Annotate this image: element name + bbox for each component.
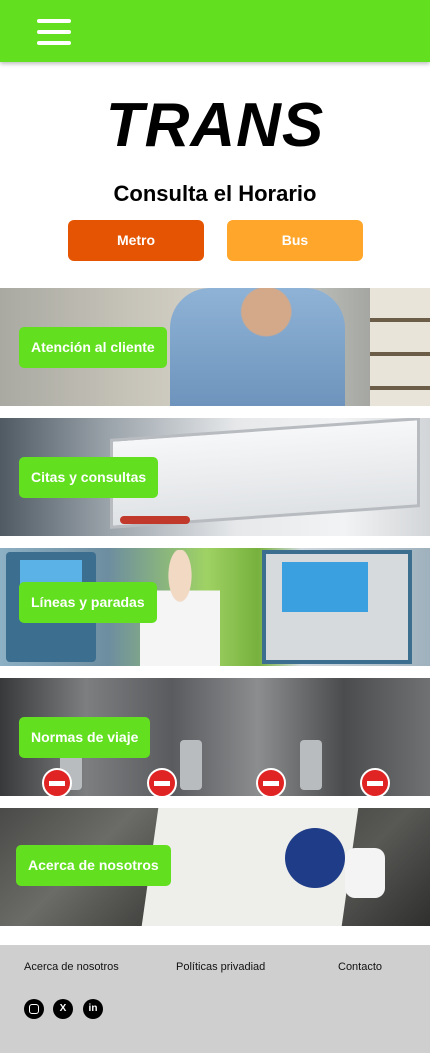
linkedin-icon[interactable]: in: [83, 999, 103, 1019]
footer: Acerca de nosotros Políticas privadiad C…: [0, 945, 430, 1053]
lines-stops-link[interactable]: Líneas y paradas: [19, 582, 157, 623]
no-entry-icon: [42, 768, 72, 796]
schedule-title: Consulta el Horario: [113, 181, 317, 206]
travel-rules-banner[interactable]: Normas de viaje: [0, 678, 430, 796]
footer-link-privacy[interactable]: Políticas privadiad: [176, 961, 265, 973]
bookshelf-image: [370, 288, 430, 406]
metro-button[interactable]: Metro: [68, 220, 204, 261]
no-entry-icon: [147, 768, 177, 796]
customer-service-link[interactable]: Atención al cliente: [19, 327, 167, 368]
x-twitter-icon[interactable]: X: [53, 999, 73, 1019]
chair-image: [345, 848, 385, 898]
turnstile-image: [180, 740, 202, 790]
footer-link-contact[interactable]: Contacto: [338, 961, 382, 973]
footer-link-about[interactable]: Acerca de nosotros: [24, 961, 119, 973]
no-entry-icon: [360, 768, 390, 796]
no-entry-icon: [256, 768, 286, 796]
customer-service-banner[interactable]: Atención al cliente: [0, 288, 430, 406]
top-navigation-bar: [0, 0, 430, 62]
call-agent-image: [170, 288, 345, 406]
brand-logo: TRANS: [105, 91, 325, 160]
lines-stops-banner[interactable]: Líneas y paradas: [0, 548, 430, 666]
hamburger-menu-icon[interactable]: [37, 19, 71, 45]
about-us-link[interactable]: Acerca de nosotros: [16, 845, 171, 886]
bus-button[interactable]: Bus: [227, 220, 363, 261]
office-worker-image: [285, 828, 345, 888]
machine-screen-image: [282, 562, 368, 612]
instagram-icon[interactable]: [24, 999, 44, 1019]
travel-rules-link[interactable]: Normas de viaje: [19, 717, 151, 758]
marker-image: [120, 516, 190, 524]
appointments-banner[interactable]: Citas y consultas: [0, 418, 430, 536]
about-us-banner[interactable]: Acerca de nosotros: [0, 808, 430, 926]
turnstile-image: [300, 740, 322, 790]
appointments-link[interactable]: Citas y consultas: [19, 457, 159, 498]
